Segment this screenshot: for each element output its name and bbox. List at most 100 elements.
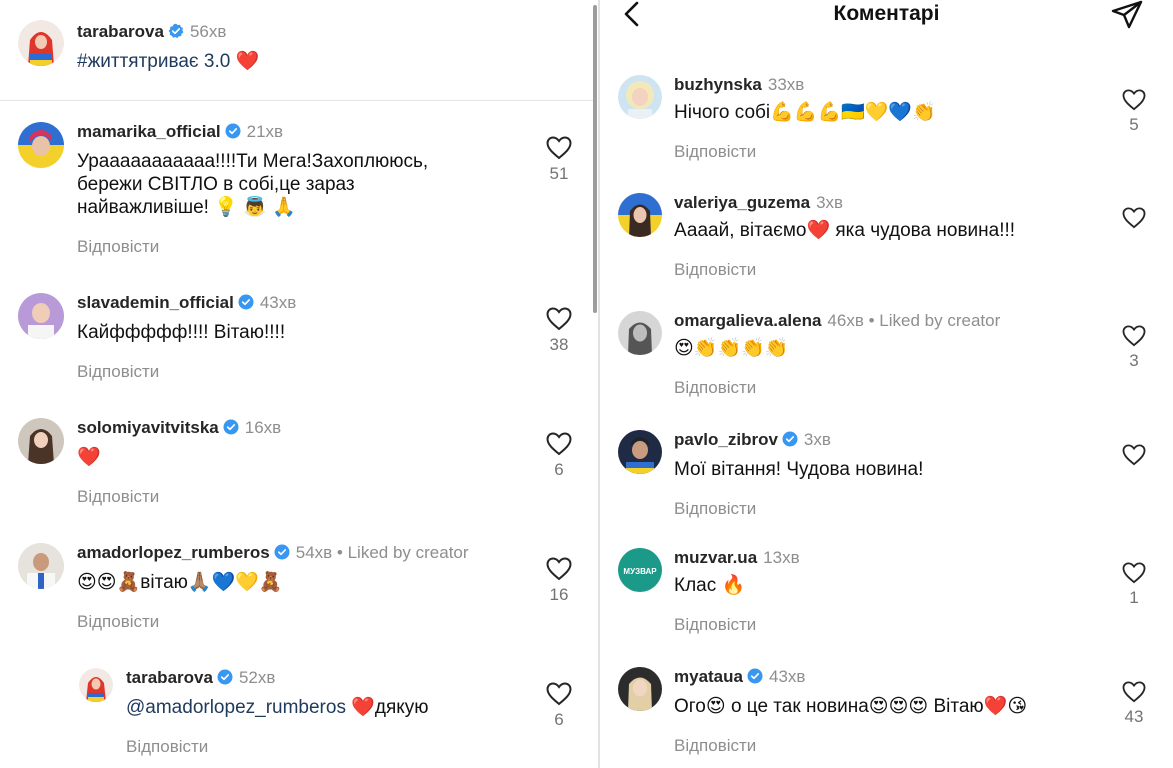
reply-button[interactable]: Відповісти	[77, 362, 159, 382]
username[interactable]: amadorlopez_rumberos	[77, 543, 270, 562]
verified-badge-icon	[217, 669, 233, 690]
like-count: 3	[1129, 351, 1139, 370]
heart-outline-icon[interactable]	[1122, 562, 1146, 584]
heart-outline-icon[interactable]	[546, 307, 572, 331]
divider-line	[0, 100, 596, 101]
comment-line: 😍😍🧸вітаю🙏🏽💙💛🧸	[77, 572, 283, 593]
comment-text: Мої вітання! Чудова новина!	[674, 459, 924, 480]
username[interactable]: slavademin_official	[77, 293, 234, 312]
reply-button[interactable]: Відповісти	[77, 612, 159, 632]
avatar[interactable]	[79, 668, 113, 702]
reply-button[interactable]: Відповісти	[77, 237, 159, 257]
comment-text: Клас 🔥	[674, 575, 746, 596]
like-area: 6	[539, 432, 579, 480]
comment-line: бережи СВІТЛО в собі,це зараз	[77, 174, 355, 195]
heart-outline-icon[interactable]	[1122, 444, 1146, 466]
like-area: 5	[1114, 89, 1154, 135]
like-count: 1	[1129, 588, 1139, 607]
mention-link[interactable]: @amadorlopez_rumberos	[126, 697, 346, 718]
comment-line: ❤️	[77, 447, 101, 468]
comment-text: Аааай, вітаємо❤️ яка чудова новина!!!	[674, 220, 1016, 241]
reply-button[interactable]: Відповісти	[674, 499, 756, 519]
comment-text: Нічого собі💪💪💪🇺🇦💛💙👏	[674, 102, 936, 123]
heart-outline-icon[interactable]	[546, 136, 572, 160]
liked-by-creator: • Liked by creator	[336, 543, 469, 562]
reply-button[interactable]: Відповісти	[674, 378, 756, 398]
comment-text: 😍👏👏👏👏	[674, 338, 789, 359]
reply-button[interactable]: Відповісти	[674, 736, 756, 756]
comment-line: Кайффффф!!!! Вітаю!!!!	[77, 322, 286, 343]
left-comments-panel[interactable]: tarabarova 56хв #життятриває 3.0 ❤️ mamar…	[0, 0, 598, 768]
username[interactable]: pavlo_zibrov	[674, 430, 778, 449]
username[interactable]: buzhynska	[674, 75, 762, 94]
like-area: 6	[539, 682, 579, 730]
comment-text: @amadorlopez_rumberos ❤️дякую	[126, 696, 526, 719]
heart-outline-icon[interactable]	[1122, 681, 1146, 703]
caption-text: #життятриває 3.0 ❤️	[77, 51, 260, 72]
like-count: 5	[1129, 115, 1139, 134]
verified-badge-icon	[168, 23, 184, 44]
username[interactable]: mamarika_official	[77, 122, 221, 141]
page-title: Коментарі	[833, 2, 940, 25]
verified-badge-icon	[782, 431, 798, 452]
avatar[interactable]: МУЗВАР	[618, 548, 662, 592]
reply-button[interactable]: Відповісти	[77, 487, 159, 507]
timestamp: 54хв	[295, 543, 333, 562]
heart-outline-icon[interactable]	[546, 682, 572, 706]
avatar[interactable]	[18, 543, 64, 589]
username[interactable]: myataua	[674, 667, 743, 686]
like-area: 1	[1114, 562, 1154, 608]
heart-outline-icon[interactable]	[546, 432, 572, 456]
comment-text: 😍😍🧸вітаю🙏🏽💙💛🧸	[77, 571, 537, 594]
scrollbar[interactable]	[593, 5, 597, 313]
avatar[interactable]	[618, 311, 662, 355]
heart-outline-icon[interactable]	[1122, 207, 1146, 229]
muzvar-logo-text: МУЗВАР	[623, 567, 657, 576]
avatar[interactable]	[618, 667, 662, 711]
like-area: 3	[1114, 325, 1154, 371]
reply-button[interactable]: Відповісти	[674, 260, 756, 280]
timestamp: 3хв	[803, 430, 831, 449]
comment-line: Урааааааааааа!!!!Ти Мега!Захоплююсь,	[77, 151, 429, 172]
verified-badge-icon	[238, 294, 254, 315]
heart-outline-icon[interactable]	[546, 557, 572, 581]
username[interactable]: solomiyavitvitska	[77, 418, 219, 437]
avatar[interactable]	[618, 193, 662, 237]
heart-outline-icon[interactable]	[1122, 89, 1146, 111]
username[interactable]: valeriya_guzema	[674, 193, 810, 212]
avatar[interactable]	[18, 20, 64, 66]
liked-by-creator: • Liked by creator	[868, 311, 1001, 330]
timestamp: 56хв	[189, 22, 227, 41]
reply-button[interactable]: Відповісти	[674, 142, 756, 162]
reply-text: ❤️дякую	[345, 697, 429, 718]
heart-outline-icon[interactable]	[1122, 325, 1146, 347]
like-count: 51	[549, 164, 569, 183]
avatar[interactable]	[18, 293, 64, 339]
avatar[interactable]	[18, 122, 64, 168]
timestamp: 33хв	[767, 75, 805, 94]
like-area: 38	[539, 307, 579, 355]
like-area: 51	[539, 136, 579, 184]
username[interactable]: tarabarova	[77, 22, 164, 41]
username[interactable]: muzvar.ua	[674, 548, 757, 567]
comment-text: Кайффффф!!!! Вітаю!!!!	[77, 321, 497, 344]
like-area	[1114, 444, 1154, 470]
verified-badge-icon	[225, 123, 241, 144]
timestamp: 43хв	[259, 293, 297, 312]
comment-line: найважливіше! 💡 👼 🙏	[77, 197, 296, 218]
timestamp: 3хв	[816, 193, 844, 212]
reply-button[interactable]: Відповісти	[126, 737, 208, 757]
paper-plane-icon[interactable]	[1110, 0, 1144, 35]
like-area: 16	[539, 557, 579, 605]
username[interactable]: tarabarova	[126, 668, 213, 687]
right-comments-panel[interactable]: Коментарі buzhynska 33хв Нічого собі💪💪💪🇺🇦…	[600, 0, 1173, 768]
comment-text: ❤️	[77, 446, 497, 469]
avatar[interactable]	[18, 418, 64, 464]
reply-button[interactable]: Відповісти	[674, 615, 756, 635]
avatar[interactable]	[618, 430, 662, 474]
avatar[interactable]	[618, 75, 662, 119]
timestamp: 21хв	[246, 122, 284, 141]
like-count: 16	[549, 585, 569, 604]
verified-badge-icon	[747, 668, 763, 689]
username[interactable]: omargalieva.alena	[674, 311, 821, 330]
